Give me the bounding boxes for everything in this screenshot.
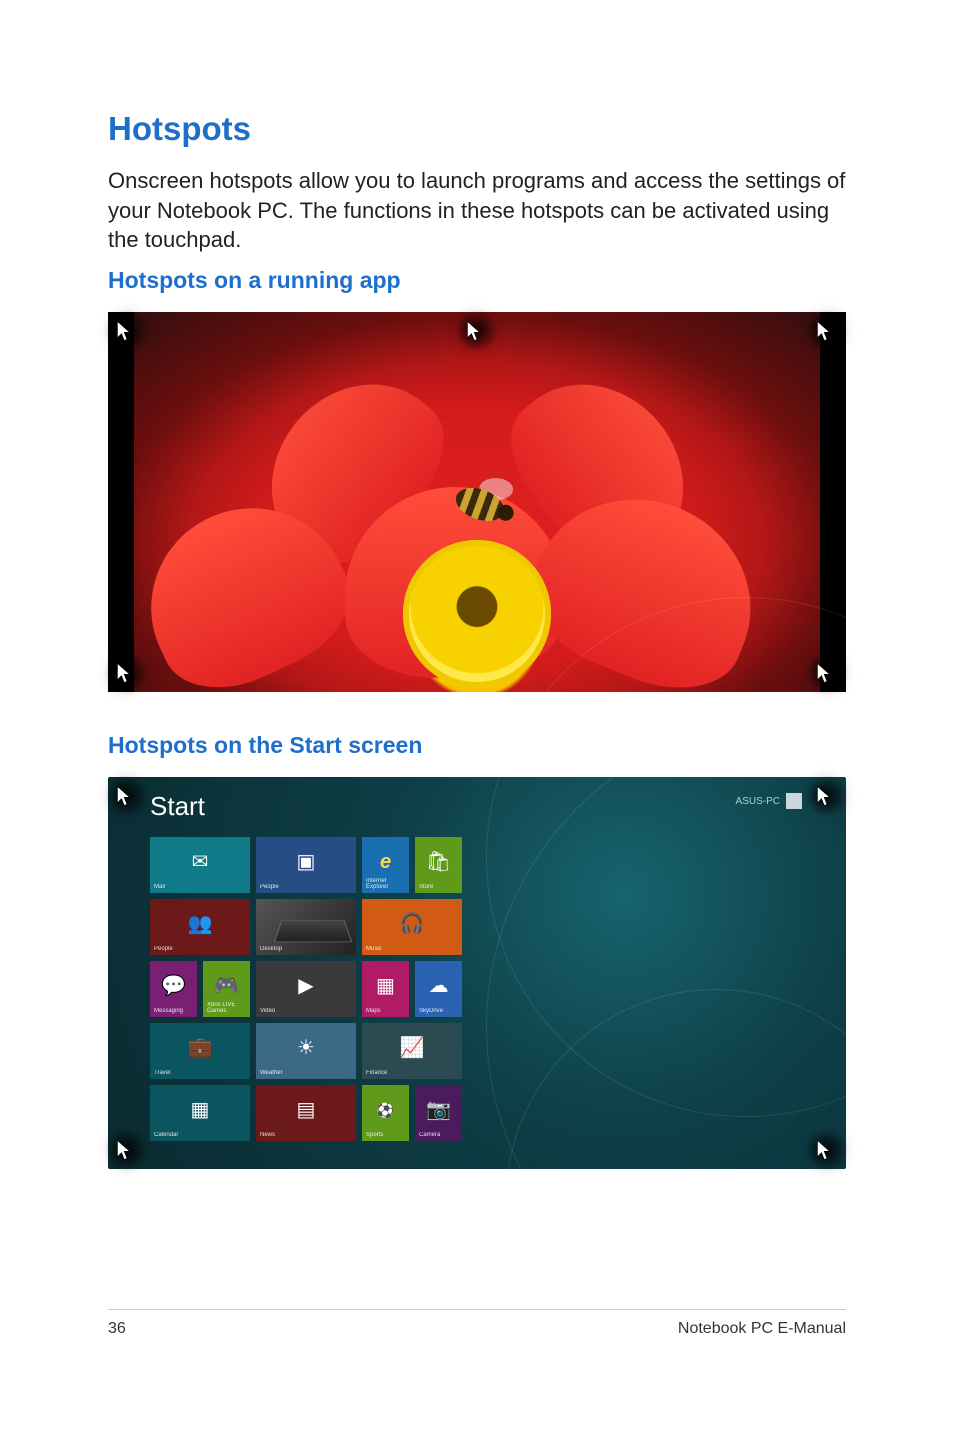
cursor-icon [116, 785, 138, 807]
heading-hotspots: Hotspots [108, 110, 846, 148]
tile-label: News [260, 1132, 275, 1138]
chat-icon: 💬 [161, 976, 186, 996]
laptop-icon [274, 920, 353, 942]
tile-label: Desktop [260, 946, 282, 952]
cursor-icon [816, 785, 838, 807]
calendar-icon: ▦ [191, 1100, 210, 1120]
tile-label: Sports [366, 1132, 383, 1138]
news-icon: ▤ [297, 1100, 316, 1120]
tile-maps[interactable]: ▦ Maps [362, 961, 409, 1017]
cursor-icon [116, 1139, 138, 1161]
person-icon: ▣ [297, 852, 316, 872]
chart-icon: 📈 [400, 1038, 425, 1058]
tile-label: Internet Explorer [366, 878, 409, 890]
cloud-icon: ☁ [429, 976, 449, 996]
tile-label: Video [260, 1008, 275, 1014]
tile-label: Travel [154, 1070, 170, 1076]
tile-label: People [260, 884, 279, 890]
avatar-icon [786, 793, 802, 809]
tile-people[interactable]: ▣ People [256, 837, 356, 893]
tile-desktop[interactable]: Desktop [256, 899, 356, 955]
tile-label: Finance [366, 1070, 387, 1076]
tile-label: People [154, 946, 173, 952]
user-account[interactable]: ASUS-PC [736, 793, 802, 809]
people-icon: 👥 [188, 914, 213, 934]
cursor-icon [816, 320, 838, 342]
sun-icon: ☀ [297, 1038, 315, 1058]
tile-finance[interactable]: 📈 Finance [362, 1023, 462, 1079]
footer-title: Notebook PC E-Manual [678, 1320, 846, 1338]
play-icon: ▶ [298, 976, 313, 996]
tile-sports[interactable]: ⚽ Sports [362, 1085, 409, 1141]
tile-weather[interactable]: ☀ Weather [256, 1023, 356, 1079]
cursor-icon [466, 320, 488, 342]
headphones-icon: 🎧 [400, 914, 425, 934]
tile-ie[interactable]: e Internet Explorer [362, 837, 409, 893]
cursor-icon [816, 1139, 838, 1161]
start-tiles: ✉Mail ▣People eInternet Explorer 🛍Store … [150, 837, 462, 1141]
tile-label: Mail [154, 884, 165, 890]
ie-icon: e [380, 852, 391, 872]
tile-camera[interactable]: 📷 Camera [415, 1085, 462, 1141]
tile-label: Maps [366, 1008, 381, 1014]
tile-label: Camera [419, 1132, 440, 1138]
tile-label: SkyDrive [419, 1008, 443, 1014]
tile-news[interactable]: ▤ News [256, 1085, 356, 1141]
tile-mail[interactable]: ✉ Mail [150, 837, 250, 893]
mail-icon: ✉ [192, 852, 209, 872]
tile-games[interactable]: 🎮 Xbox LIVE Games [203, 961, 250, 1017]
tile-people-2[interactable]: 👥 People [150, 899, 250, 955]
tile-label: Music [366, 946, 382, 952]
cursor-icon [116, 662, 138, 684]
map-icon: ▦ [376, 976, 395, 996]
tile-label: Xbox LIVE Games [207, 1002, 250, 1014]
suitcase-icon: 💼 [188, 1038, 213, 1058]
tile-skydrive[interactable]: ☁ SkyDrive [415, 961, 462, 1017]
tile-travel[interactable]: 💼 Travel [150, 1023, 250, 1079]
sports-icon: ⚽ [377, 1103, 394, 1117]
heading-running-app: Hotspots on a running app [108, 267, 846, 294]
tile-messaging[interactable]: 💬 Messaging [150, 961, 197, 1017]
store-icon: 🛍 [426, 852, 451, 872]
cursor-icon [116, 320, 138, 342]
camera-icon: 📷 [426, 1100, 451, 1120]
tile-label: Weather [260, 1070, 283, 1076]
gamepad-icon: 🎮 [214, 976, 239, 996]
tile-calendar[interactable]: ▦ Calendar [150, 1085, 250, 1141]
tile-label: Calendar [154, 1132, 178, 1138]
start-label: Start [150, 791, 205, 822]
page-footer: 36 Notebook PC E-Manual [108, 1309, 846, 1338]
app-left-band [108, 312, 134, 692]
tile-label: Store [419, 884, 433, 890]
tile-music[interactable]: 🎧 Music [362, 899, 462, 955]
screenshot-start-screen: Start ASUS-PC ✉ Mail ▣ People e Internet Ex… [108, 777, 846, 1169]
tile-label: Messaging [154, 1008, 183, 1014]
user-name: ASUS-PC [736, 796, 780, 807]
tile-video[interactable]: ▶ Video [256, 961, 356, 1017]
intro-paragraph: Onscreen hotspots allow you to launch pr… [108, 166, 846, 255]
tile-store[interactable]: 🛍 Store [415, 837, 462, 893]
page-number: 36 [108, 1320, 126, 1338]
